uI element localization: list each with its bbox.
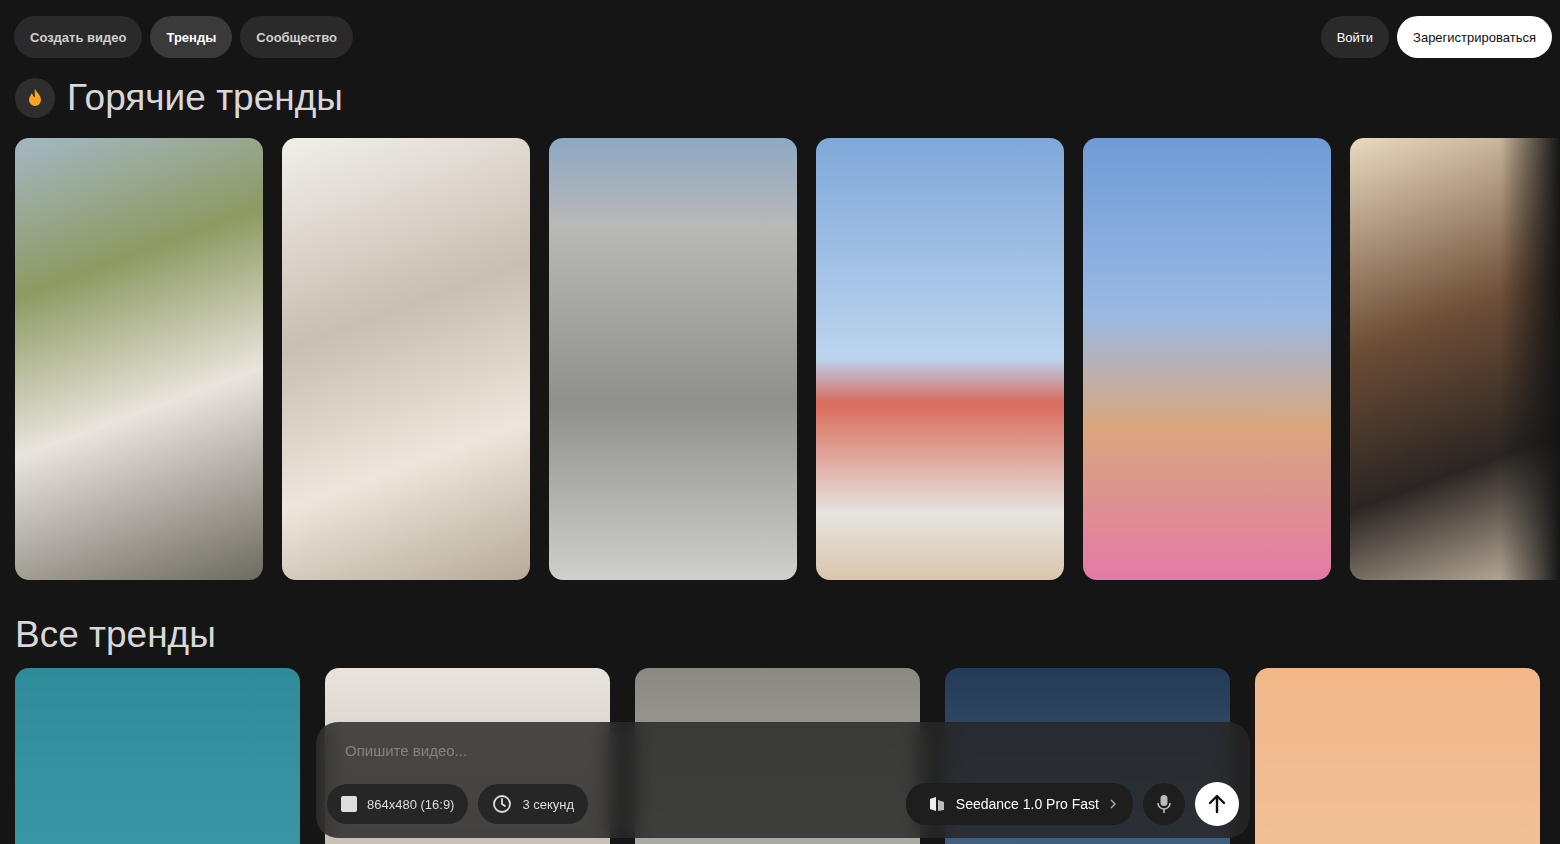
all-trends-title: Все тренды	[15, 604, 1560, 666]
arrow-up-icon	[1208, 794, 1226, 814]
resolution-button[interactable]: 864x480 (16:9)	[327, 784, 468, 824]
login-button[interactable]: Войти	[1321, 16, 1389, 58]
prompt-bar: Опишите видео... 864x480 (16:9) 3 секунд…	[316, 722, 1250, 838]
send-button[interactable]	[1195, 782, 1239, 826]
nav-tab[interactable]: Сообщество	[240, 16, 353, 58]
duration-button[interactable]: 3 секунд	[478, 784, 588, 824]
top-bar: Создать видеоТрендыСообщество Войти Заре…	[0, 0, 1560, 58]
fire-icon	[15, 78, 55, 118]
model-button[interactable]: Seedance 1.0 Pro Fast	[906, 783, 1133, 825]
prompt-controls: 864x480 (16:9) 3 секунд Seedance 1.0 Pro…	[327, 782, 1239, 826]
nav-tabs: Создать видеоТрендыСообщество	[14, 16, 353, 58]
mic-button[interactable]	[1143, 783, 1185, 825]
model-logo-icon	[928, 796, 946, 812]
nav-tab[interactable]: Создать видео	[14, 16, 142, 58]
trends-page: Создать видеоТрендыСообщество Войти Заре…	[0, 0, 1560, 844]
auth-buttons: Войти Зарегистрироваться	[1321, 16, 1552, 58]
hot-trends-carousel	[15, 138, 1560, 580]
microphone-icon	[1157, 794, 1171, 814]
trend-card[interactable]	[816, 138, 1064, 580]
aspect-icon	[341, 796, 357, 812]
register-button[interactable]: Зарегистрироваться	[1397, 16, 1552, 58]
trend-card[interactable]	[549, 138, 797, 580]
trend-card[interactable]	[15, 138, 263, 580]
clock-icon	[492, 794, 512, 814]
trend-card[interactable]	[1083, 138, 1331, 580]
chevron-icon	[1109, 798, 1117, 810]
trend-card[interactable]	[1255, 668, 1540, 844]
carousel-fade	[1500, 138, 1560, 580]
hot-trends-title: Горячие тренды	[15, 58, 1560, 138]
trend-card[interactable]	[15, 668, 300, 844]
trend-card[interactable]	[282, 138, 530, 580]
nav-tab[interactable]: Тренды	[150, 16, 232, 58]
prompt-input[interactable]: Опишите видео...	[327, 742, 1239, 759]
hot-trends-section: Горячие тренды	[0, 58, 1560, 580]
